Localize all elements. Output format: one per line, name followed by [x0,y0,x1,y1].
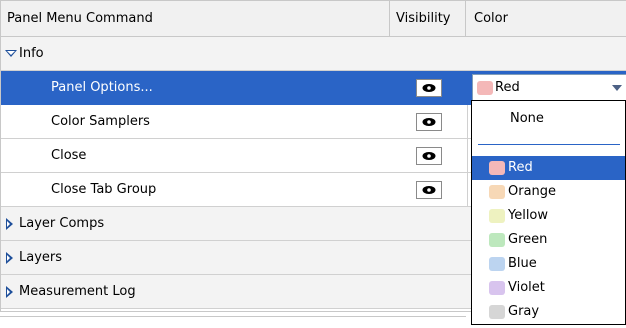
color-swatch [489,305,505,319]
visibility-toggle[interactable] [416,147,442,165]
visibility-toggle[interactable] [416,79,442,97]
color-option-yellow[interactable]: Yellow [472,204,625,228]
expanded-arrow-icon[interactable] [5,50,17,57]
eye-icon [422,186,436,194]
collapsed-arrow-icon[interactable] [6,286,13,298]
color-swatch [489,281,505,295]
color-swatch [489,209,505,223]
option-label: Red [508,160,533,175]
eye-icon [422,118,436,126]
color-swatch [489,161,505,175]
color-swatch [489,233,505,247]
color-swatch [489,257,505,271]
chevron-down-icon[interactable] [612,85,622,91]
eye-icon [422,84,436,92]
group-label: Layer Comps [19,216,105,231]
command-label: Color Samplers [51,114,150,129]
option-label: Gray [508,304,540,319]
command-label: Close Tab Group [51,182,157,197]
group-label: Info [19,46,44,61]
color-option-green[interactable]: Green [472,228,625,252]
collapsed-arrow-icon[interactable] [6,218,13,230]
color-option-orange[interactable]: Orange [472,180,625,204]
color-swatch [489,185,505,199]
color-option-red[interactable]: Red [472,156,625,180]
color-option-violet[interactable]: Violet [472,276,625,300]
group-label: Layers [19,250,63,265]
option-label: None [510,111,544,126]
header-command[interactable]: Panel Menu Command [7,1,390,36]
color-option-gray[interactable]: Gray [472,300,625,324]
color-swatch [477,81,493,95]
visibility-toggle[interactable] [416,181,442,199]
table-bottom-border [0,316,466,328]
dropdown-separator [478,144,620,145]
command-label: Close [51,148,87,163]
color-select[interactable]: Red [472,74,626,102]
option-label: Green [508,232,548,247]
header-color[interactable]: Color [467,1,626,36]
eye-icon [422,152,436,160]
option-label: Yellow [508,208,549,223]
option-label: Violet [508,280,545,295]
group-label: Measurement Log [19,284,136,299]
collapsed-arrow-icon[interactable] [6,252,13,264]
visibility-toggle[interactable] [416,113,442,131]
option-label: Orange [508,184,557,199]
color-option-blue[interactable]: Blue [472,252,625,276]
table-header: Panel Menu Command Visibility Color [1,1,626,37]
color-select-value: Red [495,80,520,95]
header-visibility[interactable]: Visibility [390,1,466,36]
group-info[interactable]: Info [1,37,626,71]
command-label: Panel Options... [51,80,153,95]
option-label: Blue [508,256,537,271]
color-option-none[interactable]: None [472,107,625,131]
color-dropdown-list[interactable]: None Red Orange Yellow Green Blue Violet… [471,100,626,325]
